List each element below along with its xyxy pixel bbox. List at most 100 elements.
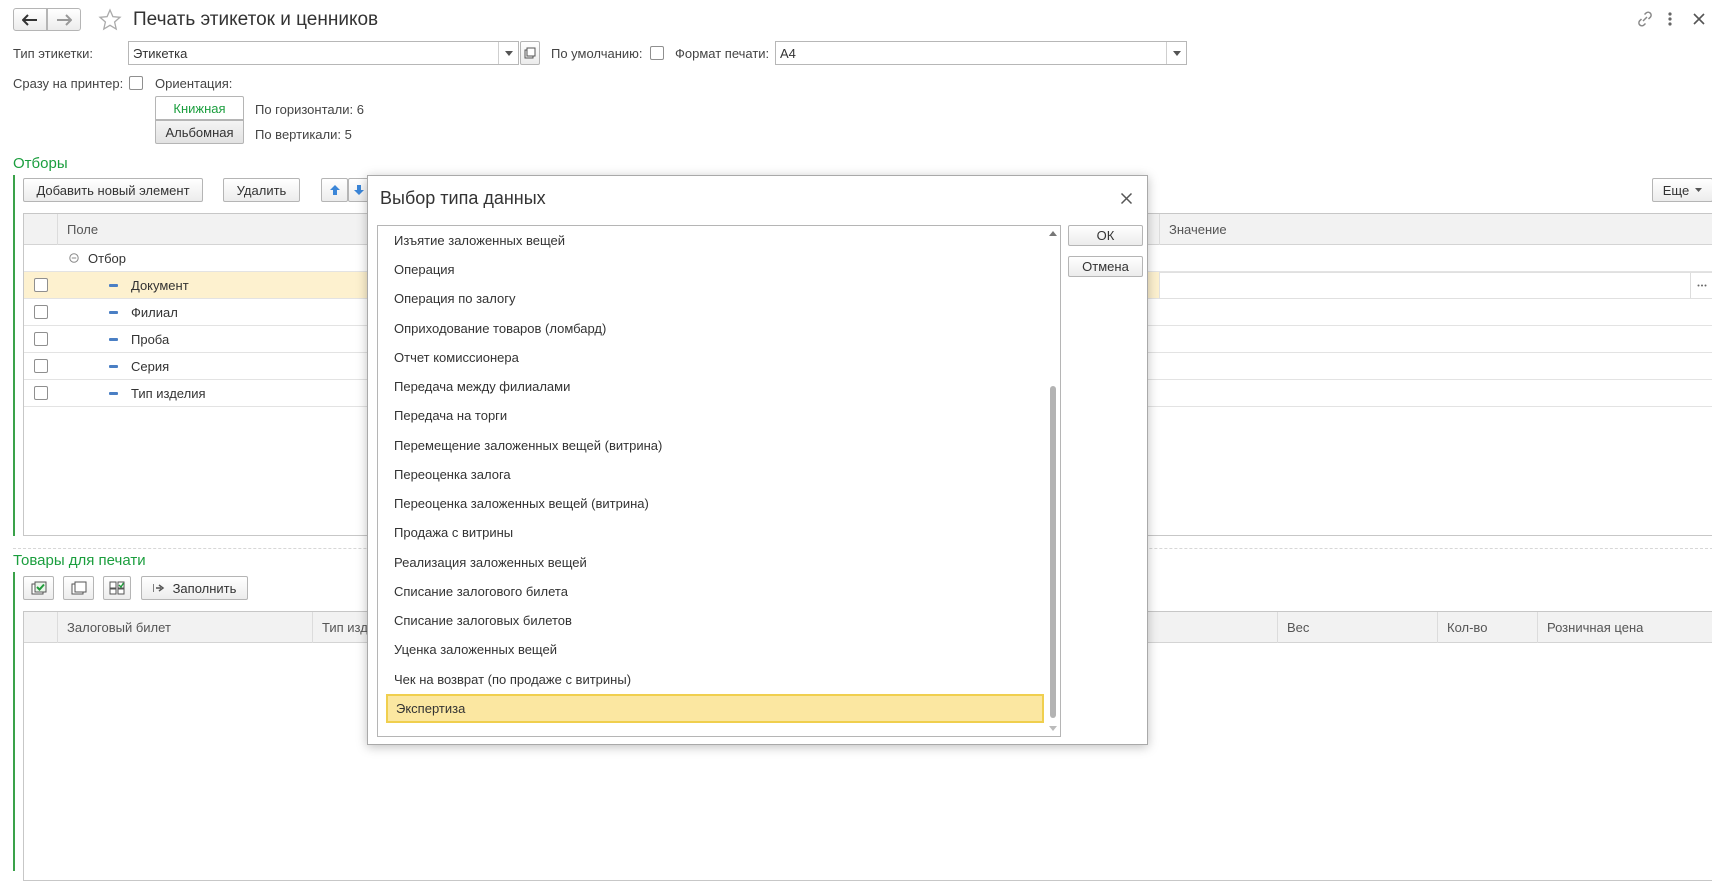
print-format-dropdown[interactable] xyxy=(1166,42,1186,64)
data-type-list[interactable]: Изъятие заложенных вещей Операция Операц… xyxy=(377,225,1061,737)
open-icon xyxy=(524,47,536,59)
list-item[interactable]: Реализация заложенных вещей xyxy=(386,548,1044,577)
field-icon xyxy=(109,338,118,341)
data-type-dialog: Выбор типа данных Изъятие заложенных вещ… xyxy=(367,175,1148,745)
list-item[interactable]: Продажа с витрины xyxy=(386,518,1044,547)
col-weight[interactable]: Вес xyxy=(1277,612,1427,643)
more-label: Еще xyxy=(1662,182,1690,198)
list-item[interactable]: Уценка заложенных вещей xyxy=(386,635,1044,664)
uncheck-all-button[interactable] xyxy=(63,576,94,600)
portrait-label: Книжная xyxy=(173,100,226,116)
filter-field: Проба xyxy=(131,332,170,347)
delete-label: Удалить xyxy=(236,182,287,198)
page-title: Печать этикеток и ценников xyxy=(133,9,379,30)
col-qty[interactable]: Кол-во xyxy=(1437,612,1537,643)
print-format-field[interactable]: А4 xyxy=(775,41,1187,65)
filters-bar xyxy=(13,175,15,536)
col-field[interactable]: Поле xyxy=(57,214,387,245)
list-item[interactable]: Передача на торги xyxy=(386,401,1044,430)
default-checkbox[interactable] xyxy=(650,46,664,60)
list-item[interactable]: Списание залогового билета xyxy=(386,577,1044,606)
filter-field: Филиал xyxy=(131,305,178,320)
field-icon xyxy=(109,311,118,314)
default-label: По умолчанию: xyxy=(551,46,643,61)
label-type-value: Этикетка xyxy=(133,45,188,61)
chevron-down-icon xyxy=(1695,188,1703,192)
landscape-label: Альбомная xyxy=(165,124,234,140)
ok-button[interactable]: ОК xyxy=(1068,225,1143,246)
list-item[interactable]: Операция по залогу xyxy=(386,284,1044,313)
landscape-button[interactable]: Альбомная xyxy=(155,120,244,144)
row-checkbox[interactable] xyxy=(34,332,48,346)
open-label-type-button[interactable] xyxy=(520,41,540,65)
label-type-field[interactable]: Этикетка xyxy=(128,41,519,65)
field-icon xyxy=(109,284,118,287)
arrow-up-icon xyxy=(329,185,340,195)
value-cell[interactable] xyxy=(1159,272,1712,299)
horizontal-count: По горизонтали: 6 xyxy=(255,102,364,117)
list-item[interactable]: Операция xyxy=(386,255,1044,284)
goods-bar xyxy=(13,572,15,871)
cancel-button[interactable]: Отмена xyxy=(1068,256,1143,277)
filter-field: Документ xyxy=(131,278,189,293)
dialog-title: Выбор типа данных xyxy=(380,188,546,208)
chevron-down-icon xyxy=(504,50,513,56)
check-all-icon xyxy=(31,581,46,595)
list-item[interactable]: Списание залоговых билетов xyxy=(386,606,1044,635)
to-printer-checkbox[interactable] xyxy=(129,76,143,90)
list-scrollbar[interactable] xyxy=(1048,228,1058,734)
more-vertical-icon[interactable] xyxy=(1665,10,1675,28)
row-checkbox[interactable] xyxy=(34,359,48,373)
col-value[interactable]: Значение xyxy=(1159,214,1712,245)
invert-check-button[interactable] xyxy=(103,576,131,600)
move-up-button[interactable] xyxy=(321,178,348,202)
col-ticket[interactable]: Залоговый билет xyxy=(57,612,312,643)
ok-label: ОК xyxy=(1096,228,1115,243)
filters-title: Отборы xyxy=(13,155,68,172)
value-select-button[interactable] xyxy=(1690,273,1712,298)
list-item[interactable]: Переоценка заложенных вещей (витрина) xyxy=(386,489,1044,518)
back-button[interactable] xyxy=(13,8,47,31)
scrollbar-thumb[interactable] xyxy=(1050,386,1056,718)
close-icon[interactable] xyxy=(1120,192,1133,205)
check-all-button[interactable] xyxy=(23,576,54,600)
print-format-label: Формат печати: xyxy=(675,46,770,61)
col-price[interactable]: Розничная цена xyxy=(1537,612,1712,643)
add-element-button[interactable]: Добавить новый элемент xyxy=(23,178,203,202)
fill-button[interactable]: Заполнить xyxy=(141,576,248,600)
chevron-down-icon xyxy=(1172,50,1181,56)
list-item[interactable]: Переоценка залога xyxy=(386,460,1044,489)
vertical-count: По вертикали: 5 xyxy=(255,127,352,142)
delete-button[interactable]: Удалить xyxy=(223,178,300,202)
goods-title: Товары для печати xyxy=(13,552,146,569)
row-checkbox[interactable] xyxy=(34,305,48,319)
list-item[interactable]: Перемещение заложенных вещей (витрина) xyxy=(386,431,1044,460)
arrow-right-icon xyxy=(57,13,72,26)
filter-field: Серия xyxy=(131,359,170,374)
list-item[interactable]: Передача между филиалами xyxy=(386,372,1044,401)
arrow-down-icon xyxy=(354,185,364,195)
more-button[interactable]: Еще xyxy=(1652,178,1712,202)
to-printer-label: Сразу на принтер: xyxy=(13,76,124,91)
list-item[interactable]: Чек на возврат (по продаже с витрины) xyxy=(386,665,1044,694)
portrait-button[interactable]: Книжная xyxy=(155,96,244,120)
row-checkbox[interactable] xyxy=(34,386,48,400)
collapse-icon[interactable] xyxy=(69,253,79,263)
scroll-down-icon[interactable] xyxy=(1049,726,1057,732)
orientation-label: Ориентация: xyxy=(155,76,233,91)
forward-button[interactable] xyxy=(47,8,81,31)
list-item[interactable]: Отчет комиссионера xyxy=(386,343,1044,372)
star-icon[interactable] xyxy=(98,8,122,32)
field-icon xyxy=(109,365,118,368)
scroll-up-icon[interactable] xyxy=(1049,230,1057,236)
close-icon[interactable] xyxy=(1692,12,1706,26)
list-item-selected[interactable]: Экспертиза xyxy=(386,694,1044,723)
print-format-value: А4 xyxy=(780,45,796,61)
label-type-dropdown[interactable] xyxy=(498,42,518,64)
filter-group-label: Отбор xyxy=(88,251,126,266)
row-checkbox[interactable] xyxy=(34,278,48,292)
list-item[interactable]: Оприходование товаров (ломбард) xyxy=(386,314,1044,343)
link-icon[interactable] xyxy=(1636,10,1654,28)
list-item[interactable]: Изъятие заложенных вещей xyxy=(386,226,1044,255)
fill-icon xyxy=(152,584,164,592)
